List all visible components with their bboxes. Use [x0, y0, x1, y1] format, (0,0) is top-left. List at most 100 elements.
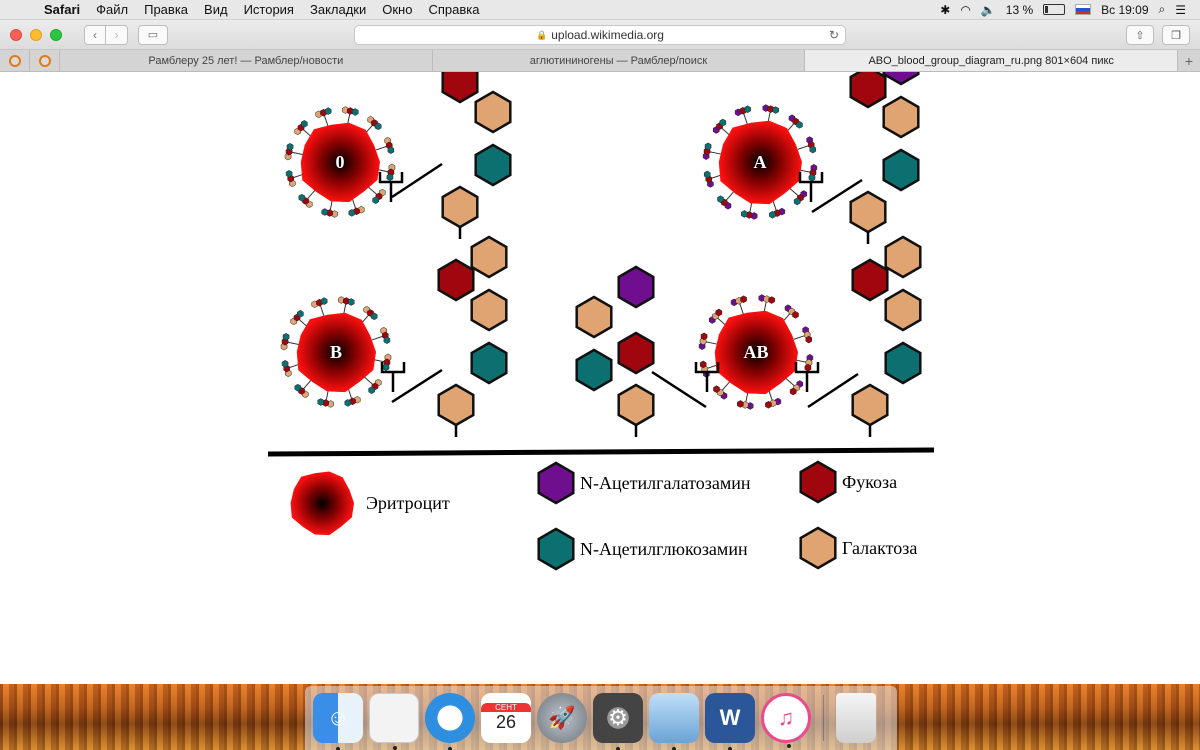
connector-line: [651, 370, 707, 409]
battery-icon[interactable]: [1043, 4, 1066, 15]
legend-galactose-hexagon: [799, 526, 837, 570]
antigen-sugar: [715, 308, 723, 317]
antigen-sugar: [348, 209, 356, 217]
connector-line: [807, 372, 859, 409]
antigen-sugar: [324, 107, 332, 115]
galactose-hexagon: [437, 383, 475, 427]
antigen-sugar: [805, 335, 813, 344]
safari-icon[interactable]: [425, 693, 475, 750]
legend-galnac-label: N-Ацетилгалатозамин: [580, 473, 751, 493]
blood-group-label: AB: [743, 342, 768, 362]
glcnac-hexagon: [884, 341, 922, 385]
finder-icon[interactable]: ☺: [313, 693, 363, 750]
menu-window[interactable]: Окно: [374, 2, 420, 17]
menu-edit[interactable]: Правка: [136, 2, 196, 17]
antigen-sugar: [286, 143, 294, 151]
surface-antigen: [758, 294, 775, 313]
surface-antigen: [703, 170, 723, 188]
bluetooth-icon[interactable]: ✱: [940, 3, 950, 17]
reload-icon[interactable]: ↻: [829, 28, 839, 42]
antigen-sugar: [382, 363, 390, 371]
antigen-sugar: [804, 363, 812, 372]
erythrocyte-group-a: A: [702, 72, 920, 244]
volume-icon[interactable]: 🔈: [981, 3, 996, 17]
surface-antigen: [284, 143, 303, 161]
antigen-sugar: [699, 360, 707, 369]
menu-bookmarks[interactable]: Закладки: [302, 2, 374, 17]
antigen-sugar: [765, 401, 772, 409]
itunes-icon[interactable]: ♫: [761, 693, 811, 748]
calendar-icon[interactable]: СЕНТ 26: [481, 693, 531, 743]
antigen-sugar: [317, 398, 325, 406]
antigen-sugar: [386, 173, 394, 181]
surface-antigen: [321, 199, 338, 218]
battery-percent[interactable]: 13 %: [1006, 3, 1033, 17]
legend-fucose-hexagon: [799, 460, 837, 504]
antigen-sugar: [704, 142, 712, 151]
back-button[interactable]: ‹: [84, 24, 106, 45]
legend-galactose-label: Галактоза: [842, 538, 917, 558]
close-window-button[interactable]: [10, 28, 22, 41]
surface-antigen: [782, 304, 799, 323]
tab-overview-button[interactable]: ❐: [1162, 25, 1190, 45]
antigen-sugar: [321, 208, 329, 216]
surface-antigen: [699, 360, 719, 378]
dock: ☺ СЕНТ 26 🚀 ⚙ W ♫: [305, 686, 897, 750]
menu-clock[interactable]: Вс 19:09: [1101, 3, 1148, 17]
antigen-sugar: [297, 310, 304, 318]
tab-rambler-news[interactable]: Рамблеру 25 лет! — Рамблер/новости: [60, 50, 433, 71]
antigen-sugar: [298, 193, 306, 202]
blood-group-label: 0: [336, 152, 345, 172]
wifi-icon[interactable]: ◠: [960, 3, 970, 17]
surface-antigen: [311, 297, 328, 317]
input-source-flag-icon[interactable]: [1075, 4, 1092, 15]
antigen-sugar: [294, 383, 302, 392]
menu-history[interactable]: История: [236, 2, 302, 17]
antigen-sugar: [768, 296, 775, 304]
glcnac-hexagon: [575, 348, 613, 392]
share-button[interactable]: ⇧: [1126, 25, 1154, 45]
launchpad-icon[interactable]: 🚀: [537, 693, 587, 743]
antigen-sugar: [741, 210, 748, 218]
spotlight-icon[interactable]: ⌕: [1159, 2, 1166, 17]
antigen-sugar: [772, 106, 779, 114]
favorite-rambler-1[interactable]: [0, 50, 30, 71]
surface-antigen: [375, 136, 395, 154]
preview-icon[interactable]: [649, 693, 699, 750]
glcnac-hexagon: [474, 143, 512, 187]
surface-antigen: [712, 118, 731, 136]
minimize-window-button[interactable]: [30, 28, 42, 41]
blood-group-label: B: [330, 342, 342, 362]
new-tab-button[interactable]: +: [1178, 50, 1200, 71]
antigen-sugar: [703, 170, 711, 179]
tab-abo-diagram[interactable]: ABO_blood_group_diagram_ru.png 801×604 п…: [805, 50, 1179, 71]
legend-galnac: N-Ацетилгалатозамин: [537, 461, 751, 505]
calendar-day: 26: [495, 712, 517, 732]
antigen-sugar: [809, 145, 817, 154]
galactose-hexagon: [474, 90, 512, 134]
system-preferences-icon[interactable]: ⚙: [593, 693, 643, 750]
antigen-sugar: [387, 146, 395, 154]
menu-help[interactable]: Справка: [420, 2, 487, 17]
word-icon[interactable]: W: [705, 693, 755, 750]
fullscreen-window-button[interactable]: [50, 28, 62, 41]
menu-view[interactable]: Вид: [196, 2, 236, 17]
favorite-rambler-2[interactable]: [30, 50, 60, 71]
libreoffice-icon[interactable]: [369, 693, 419, 750]
surface-antigen: [793, 326, 813, 344]
galactose-hexagon: [617, 383, 655, 427]
tab-rambler-search[interactable]: аглютининогены — Рамблер/поиск: [433, 50, 806, 71]
sidebar-toggle-button[interactable]: ▭: [138, 24, 168, 45]
menu-app-name[interactable]: Safari: [36, 2, 88, 17]
fucose-hexagon: [849, 72, 887, 109]
address-bar[interactable]: 🔒 upload.wikimedia.org ↻: [354, 25, 846, 45]
forward-button[interactable]: ›: [106, 24, 128, 45]
dock-separator: [823, 695, 824, 741]
surface-antigen: [364, 376, 382, 394]
menu-file[interactable]: Файл: [88, 2, 136, 17]
trash-icon[interactable]: [836, 693, 876, 743]
notification-center-icon[interactable]: ☰: [1175, 3, 1186, 17]
antigen-sugar: [740, 295, 747, 303]
surface-antigen: [342, 106, 359, 125]
surface-antigen: [698, 332, 717, 350]
